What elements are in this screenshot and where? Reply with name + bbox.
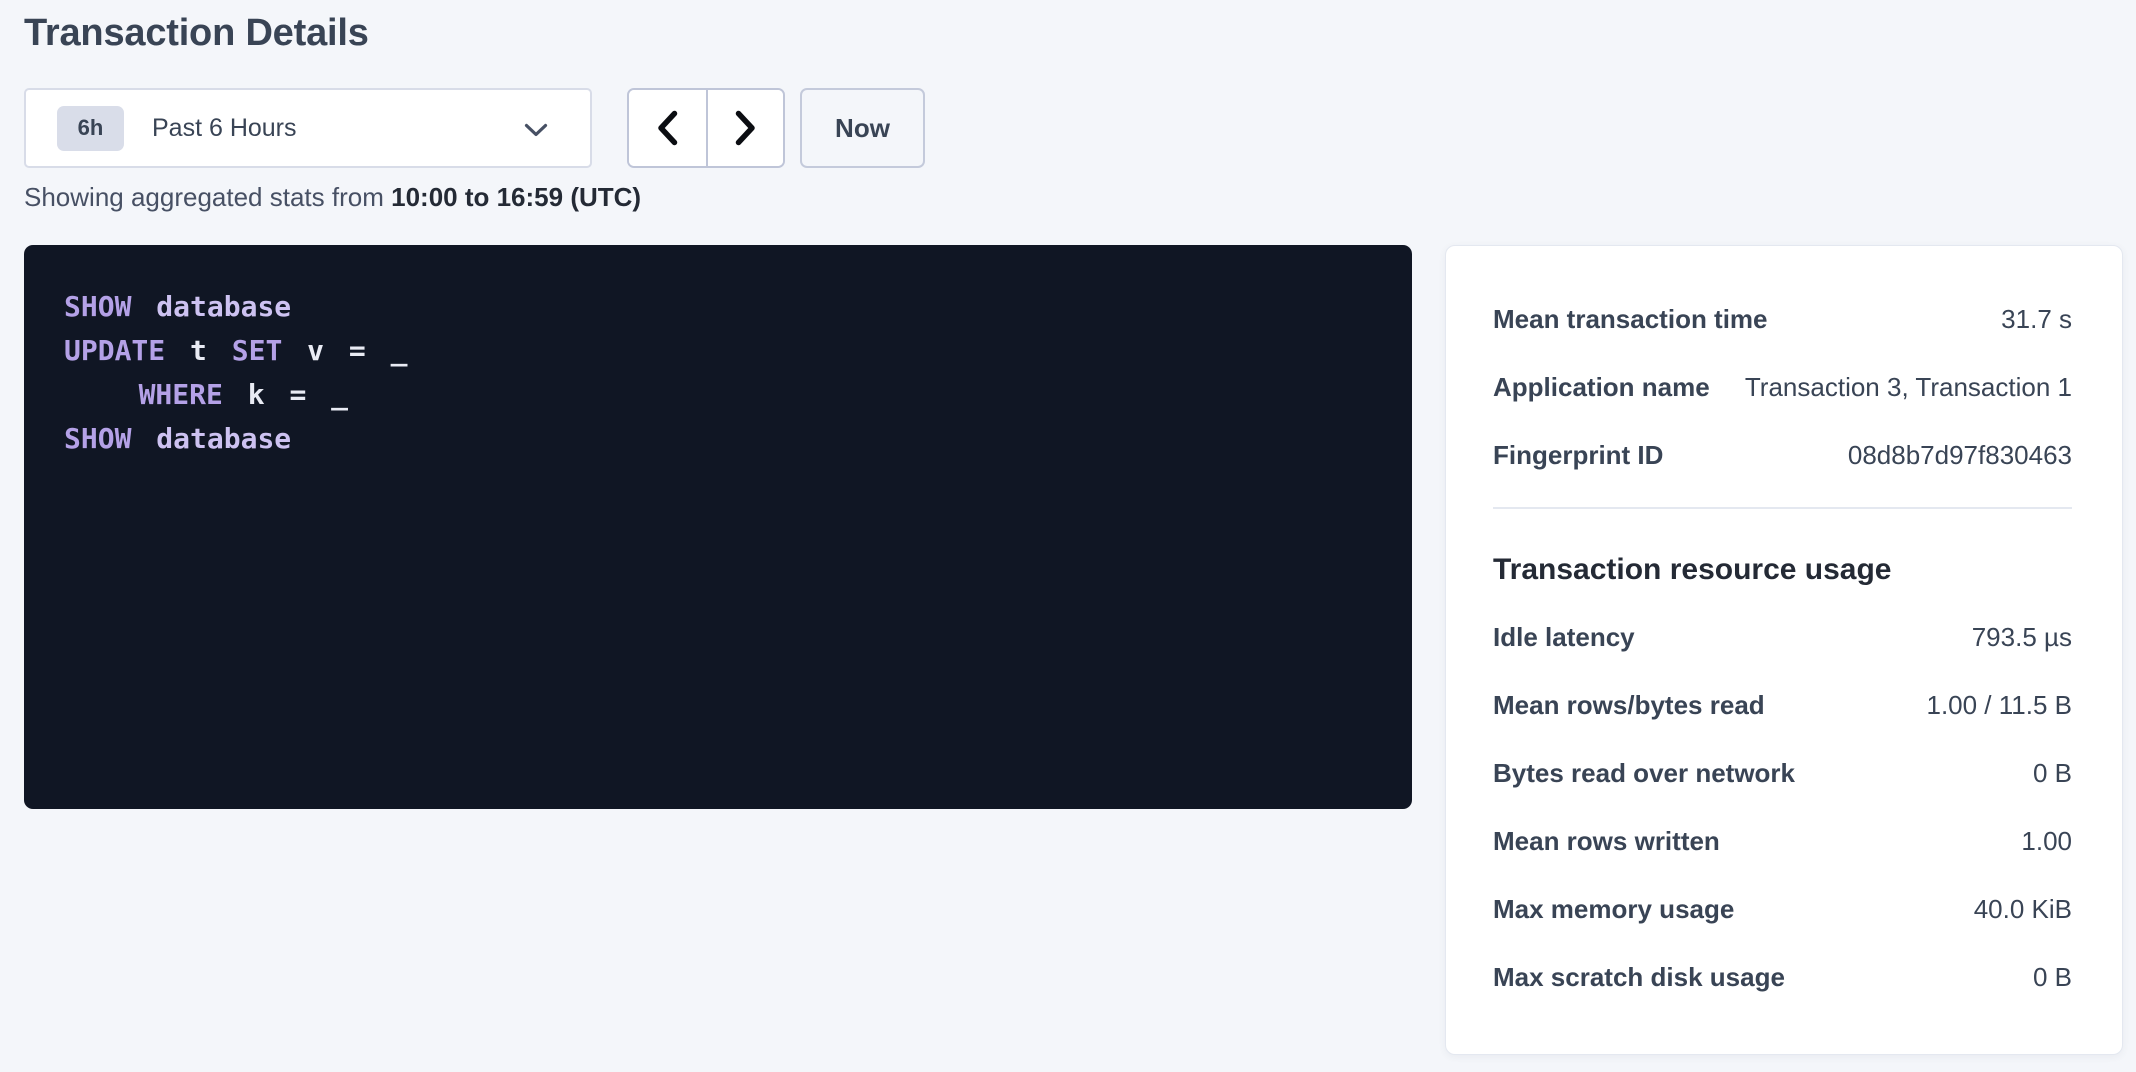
time-range-label: Past 6 Hours	[152, 114, 524, 143]
stat-value: 31.7 s	[2001, 304, 2072, 335]
summary-rows: Mean transaction time 31.7 s Application…	[1493, 303, 2072, 471]
chevron-left-icon	[657, 110, 678, 146]
caption-time-range: 10:00 to 16:59 (UTC)	[391, 182, 641, 212]
transaction-details-page: Transaction Details 6h Past 6 Hours Now …	[0, 0, 2136, 1072]
stat-row: Mean rows written 1.00	[1493, 825, 2072, 857]
stat-label: Application name	[1493, 372, 1710, 403]
time-nav-button-group	[627, 88, 785, 168]
page-title: Transaction Details	[24, 12, 369, 55]
now-button[interactable]: Now	[800, 88, 925, 168]
stat-row: Mean transaction time 31.7 s	[1493, 303, 2072, 335]
sql-line: SHOW database	[64, 285, 1372, 329]
stat-row: Max scratch disk usage 0 B	[1493, 961, 2072, 993]
resource-usage-rows: Idle latency 793.5 µs Mean rows/bytes re…	[1493, 621, 2072, 993]
chevron-down-icon	[524, 123, 548, 138]
chevron-right-icon	[735, 110, 756, 146]
stat-value: 0 B	[2033, 962, 2072, 993]
sql-statement-box: SHOW databaseUPDATE t SET v = _ WHERE k …	[24, 245, 1412, 809]
card-divider	[1493, 507, 2072, 509]
sql-statement-text: SHOW databaseUPDATE t SET v = _ WHERE k …	[64, 285, 1372, 461]
stat-value: 0 B	[2033, 758, 2072, 789]
prev-time-button[interactable]	[629, 90, 706, 166]
stat-label: Max scratch disk usage	[1493, 962, 1785, 993]
stat-label: Mean rows written	[1493, 826, 1720, 857]
time-controls: 6h Past 6 Hours Now	[24, 88, 925, 168]
sql-line: SHOW database	[64, 417, 1372, 461]
stat-value: 1.00 / 11.5 B	[1926, 690, 2072, 721]
stat-value: Transaction 3, Transaction 1	[1745, 372, 2072, 403]
time-range-badge: 6h	[57, 106, 124, 151]
aggregated-stats-caption: Showing aggregated stats from 10:00 to 1…	[24, 182, 641, 213]
stat-label: Max memory usage	[1493, 894, 1734, 925]
stat-row: Mean rows/bytes read 1.00 / 11.5 B	[1493, 689, 2072, 721]
time-range-dropdown[interactable]: 6h Past 6 Hours	[24, 88, 592, 168]
stat-value: 40.0 KiB	[1974, 894, 2072, 925]
stat-value: 793.5 µs	[1972, 622, 2072, 653]
stat-row: Application name Transaction 3, Transact…	[1493, 371, 2072, 403]
stat-label: Fingerprint ID	[1493, 440, 1663, 471]
resource-usage-heading: Transaction resource usage	[1493, 551, 2072, 589]
stat-label: Idle latency	[1493, 622, 1635, 653]
sql-line: UPDATE t SET v = _	[64, 329, 1372, 373]
stat-value: 1.00	[2021, 826, 2072, 857]
stat-value: 08d8b7d97f830463	[1848, 440, 2072, 471]
stat-label: Mean rows/bytes read	[1493, 690, 1765, 721]
stat-row: Bytes read over network 0 B	[1493, 757, 2072, 789]
stat-row: Max memory usage 40.0 KiB	[1493, 893, 2072, 925]
stat-row: Idle latency 793.5 µs	[1493, 621, 2072, 653]
stat-row: Fingerprint ID 08d8b7d97f830463	[1493, 439, 2072, 471]
next-time-button[interactable]	[706, 90, 783, 166]
stat-label: Mean transaction time	[1493, 304, 1768, 335]
transaction-summary-card: Mean transaction time 31.7 s Application…	[1445, 245, 2123, 1055]
sql-line: WHERE k = _	[64, 373, 1372, 417]
stat-label: Bytes read over network	[1493, 758, 1795, 789]
caption-prefix: Showing aggregated stats from	[24, 182, 384, 212]
